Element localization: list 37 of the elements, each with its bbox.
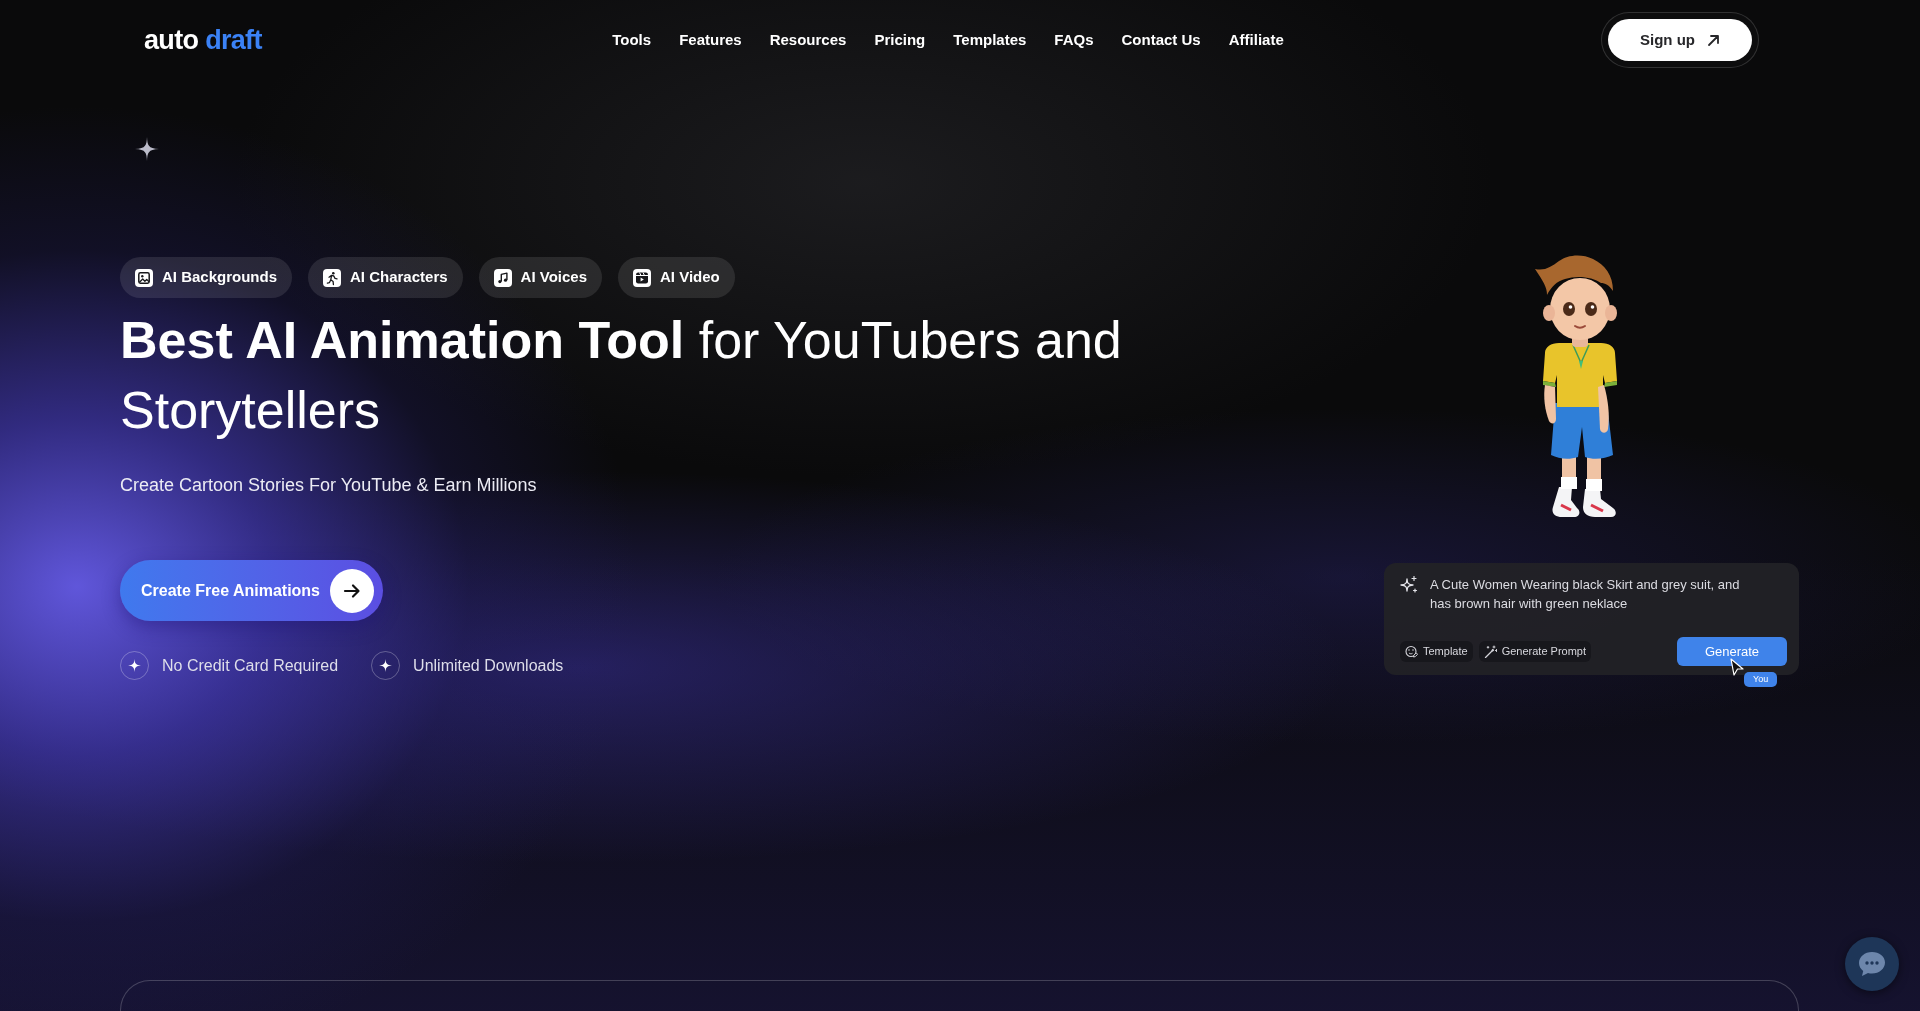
- smiley-pencil-icon: [1405, 645, 1418, 658]
- generate-button[interactable]: Generate: [1677, 637, 1787, 666]
- create-animations-button[interactable]: Create Free Animations: [120, 560, 383, 621]
- cursor-name-tag: You: [1744, 672, 1778, 687]
- video-icon: [633, 268, 651, 287]
- nav-link[interactable]: FAQs: [1054, 28, 1094, 52]
- nav-link[interactable]: Tools: [612, 28, 652, 52]
- sparkles-icon: [1400, 576, 1418, 594]
- arrow-up-right-icon: [1707, 33, 1720, 47]
- benefit-text: No Credit Card Required: [162, 655, 339, 676]
- feature-tag[interactable]: AI Characters: [308, 257, 463, 298]
- chat-button[interactable]: [1845, 937, 1899, 991]
- cursor-icon: [1730, 658, 1744, 676]
- arrow-right-icon: [330, 568, 374, 613]
- feature-tag[interactable]: AI Voices: [478, 257, 602, 298]
- feature-tag[interactable]: AI Backgrounds: [120, 257, 293, 298]
- nav-link[interactable]: Templates: [953, 28, 1027, 52]
- hero-subtitle: Create Cartoon Stories For YouTube & Earn Millions: [120, 474, 537, 497]
- music-note-icon: [493, 268, 512, 287]
- nav-link[interactable]: Affiliate: [1228, 28, 1284, 52]
- prompt-action-button[interactable]: Generate Prompt: [1478, 641, 1591, 662]
- feature-tag[interactable]: AI Video: [618, 257, 735, 298]
- hero-headline: Best AI Animation Tool for YouTubers and Storytellers: [120, 310, 1123, 441]
- benefit-text: Unlimited Downloads: [413, 655, 564, 676]
- sparkle-badge-icon: [120, 651, 149, 680]
- nav-link[interactable]: Resources: [769, 28, 847, 52]
- prompt-action-button[interactable]: Template: [1400, 641, 1473, 662]
- prompt-field[interactable]: A Cute Women Wearing black Skirt and grey suit, and has brown hair with green neklace: [1430, 575, 1752, 613]
- running-figure-icon: [323, 268, 342, 287]
- sparkle-badge-icon: [371, 651, 401, 680]
- nav-link[interactable]: Features: [679, 28, 742, 52]
- image-icon: [135, 268, 153, 287]
- logo[interactable]: auto draft: [144, 26, 262, 54]
- chat-bubble-icon: [1858, 951, 1886, 977]
- magic-wand-icon: [1483, 645, 1497, 658]
- nav-link[interactable]: Contact Us: [1121, 28, 1201, 52]
- nav-link[interactable]: Pricing: [874, 28, 926, 52]
